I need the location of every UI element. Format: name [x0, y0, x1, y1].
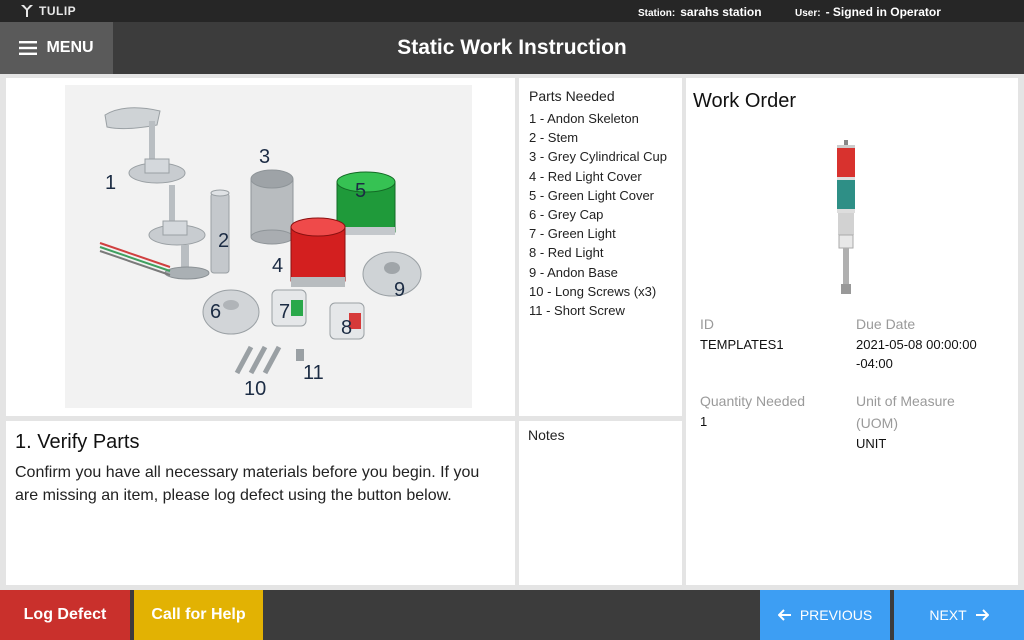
logo-text: TULIP [39, 4, 77, 18]
callout-3: 3 [259, 146, 270, 168]
andon-skeleton-illustration [99, 107, 210, 280]
callout-4: 4 [272, 255, 283, 277]
list-item: 7 - Green Light [529, 226, 616, 242]
page-title: Static Work Instruction [397, 36, 627, 59]
notes-panel[interactable]: Notes [519, 421, 682, 585]
due-date-value-line2: -04:00 [856, 356, 893, 371]
arrow-left-icon [777, 609, 791, 621]
work-order-panel: Work Order ID TEMPLATES1 Due Date 2021-0… [686, 78, 1018, 585]
hamburger-icon [19, 41, 38, 55]
next-label: NEXT [929, 607, 967, 623]
list-item: 11 - Short Screw [529, 302, 625, 318]
id-label: ID [700, 316, 714, 332]
long-screws-illustration [234, 345, 282, 375]
list-item: 9 - Andon Base [529, 264, 618, 280]
parts-list: 1 - Andon Skeleton 2 - Stem 3 - Grey Cyl… [529, 111, 672, 322]
parts-illustration: 1 2 3 4 5 6 7 8 9 10 11 [99, 107, 422, 400]
tulip-logo: TULIP [20, 3, 76, 19]
previous-label: PREVIOUS [799, 607, 873, 623]
due-date-value-line1: 2021-05-08 00:00:00 [856, 337, 977, 352]
station-label: Station: [638, 8, 676, 19]
previous-button[interactable]: PREVIOUS [760, 590, 890, 640]
instruction-title: 1. Verify Parts [15, 431, 140, 453]
callout-11: 11 [303, 362, 324, 384]
station-info: Station: sarahs station [638, 5, 762, 19]
notes-title: Notes [528, 427, 565, 443]
list-item: 6 - Grey Cap [529, 206, 604, 222]
uom-label-line2: (UOM) [856, 415, 898, 431]
parts-needed-title: Parts Needed [529, 88, 615, 104]
menu-label: MENU [46, 39, 94, 56]
uom-value: UNIT [856, 436, 887, 451]
instruction-body: Confirm you have all necessary materials… [15, 464, 480, 504]
work-order-title: Work Order [693, 90, 796, 112]
instruction-panel: 1. Verify Parts Confirm you have all nec… [6, 421, 515, 585]
parts-image: 1 2 3 4 5 6 7 8 9 10 11 [65, 85, 472, 408]
log-defect-button[interactable]: Log Defect [0, 590, 130, 640]
tulip-logo-icon [21, 5, 33, 17]
red-cover-illustration [290, 217, 346, 287]
callout-10: 10 [244, 378, 266, 400]
next-button[interactable]: NEXT [894, 590, 1024, 640]
list-item: 5 - Green Light Cover [529, 187, 655, 203]
list-item: 1 - Andon Skeleton [529, 111, 639, 126]
callout-6: 6 [210, 301, 221, 323]
user-info: User: - Signed in Operator [795, 5, 941, 19]
user-value: - Signed in Operator [825, 5, 941, 19]
station-value: sarahs station [680, 5, 762, 19]
uom-label-line1: Unit of Measure [856, 393, 955, 409]
list-item: 3 - Grey Cylindrical Cup [529, 149, 667, 165]
call-for-help-button[interactable]: Call for Help [134, 590, 263, 640]
top-bar: TULIP Station: sarahs station User: - Sign… [0, 0, 1024, 22]
quantity-value: 1 [700, 414, 708, 429]
callout-8: 8 [341, 317, 352, 339]
callout-5: 5 [355, 180, 366, 202]
callout-7: 7 [279, 301, 290, 323]
quantity-label: Quantity Needed [700, 393, 806, 409]
list-item: 4 - Red Light Cover [529, 168, 642, 184]
callout-1: 1 [105, 172, 116, 194]
list-item: 2 - Stem [529, 130, 579, 146]
id-value: TEMPLATES1 [700, 337, 784, 352]
footer-bar: Log Defect Call for Help PREVIOUS NEXT [0, 590, 1024, 640]
list-item: 10 - Long Screws (x3) [529, 283, 657, 299]
due-date-label: Due Date [856, 316, 916, 332]
menu-button[interactable]: MENU [0, 22, 113, 74]
andon-light-image [837, 140, 855, 294]
parts-needed-panel: Parts Needed 1 - Andon Skeleton 2 - Stem… [519, 78, 682, 416]
callout-9: 9 [394, 279, 405, 301]
short-screw-illustration [296, 349, 304, 361]
list-item: 8 - Red Light [529, 245, 604, 261]
callout-2: 2 [218, 230, 229, 252]
user-label: User: [795, 8, 821, 19]
andon-base-illustration [362, 251, 422, 297]
arrow-right-icon [975, 609, 989, 621]
grey-cup-illustration [250, 169, 294, 245]
parts-image-panel: 1 2 3 4 5 6 7 8 9 10 11 [6, 78, 515, 416]
header-bar: MENU Static Work Instruction [0, 22, 1024, 74]
